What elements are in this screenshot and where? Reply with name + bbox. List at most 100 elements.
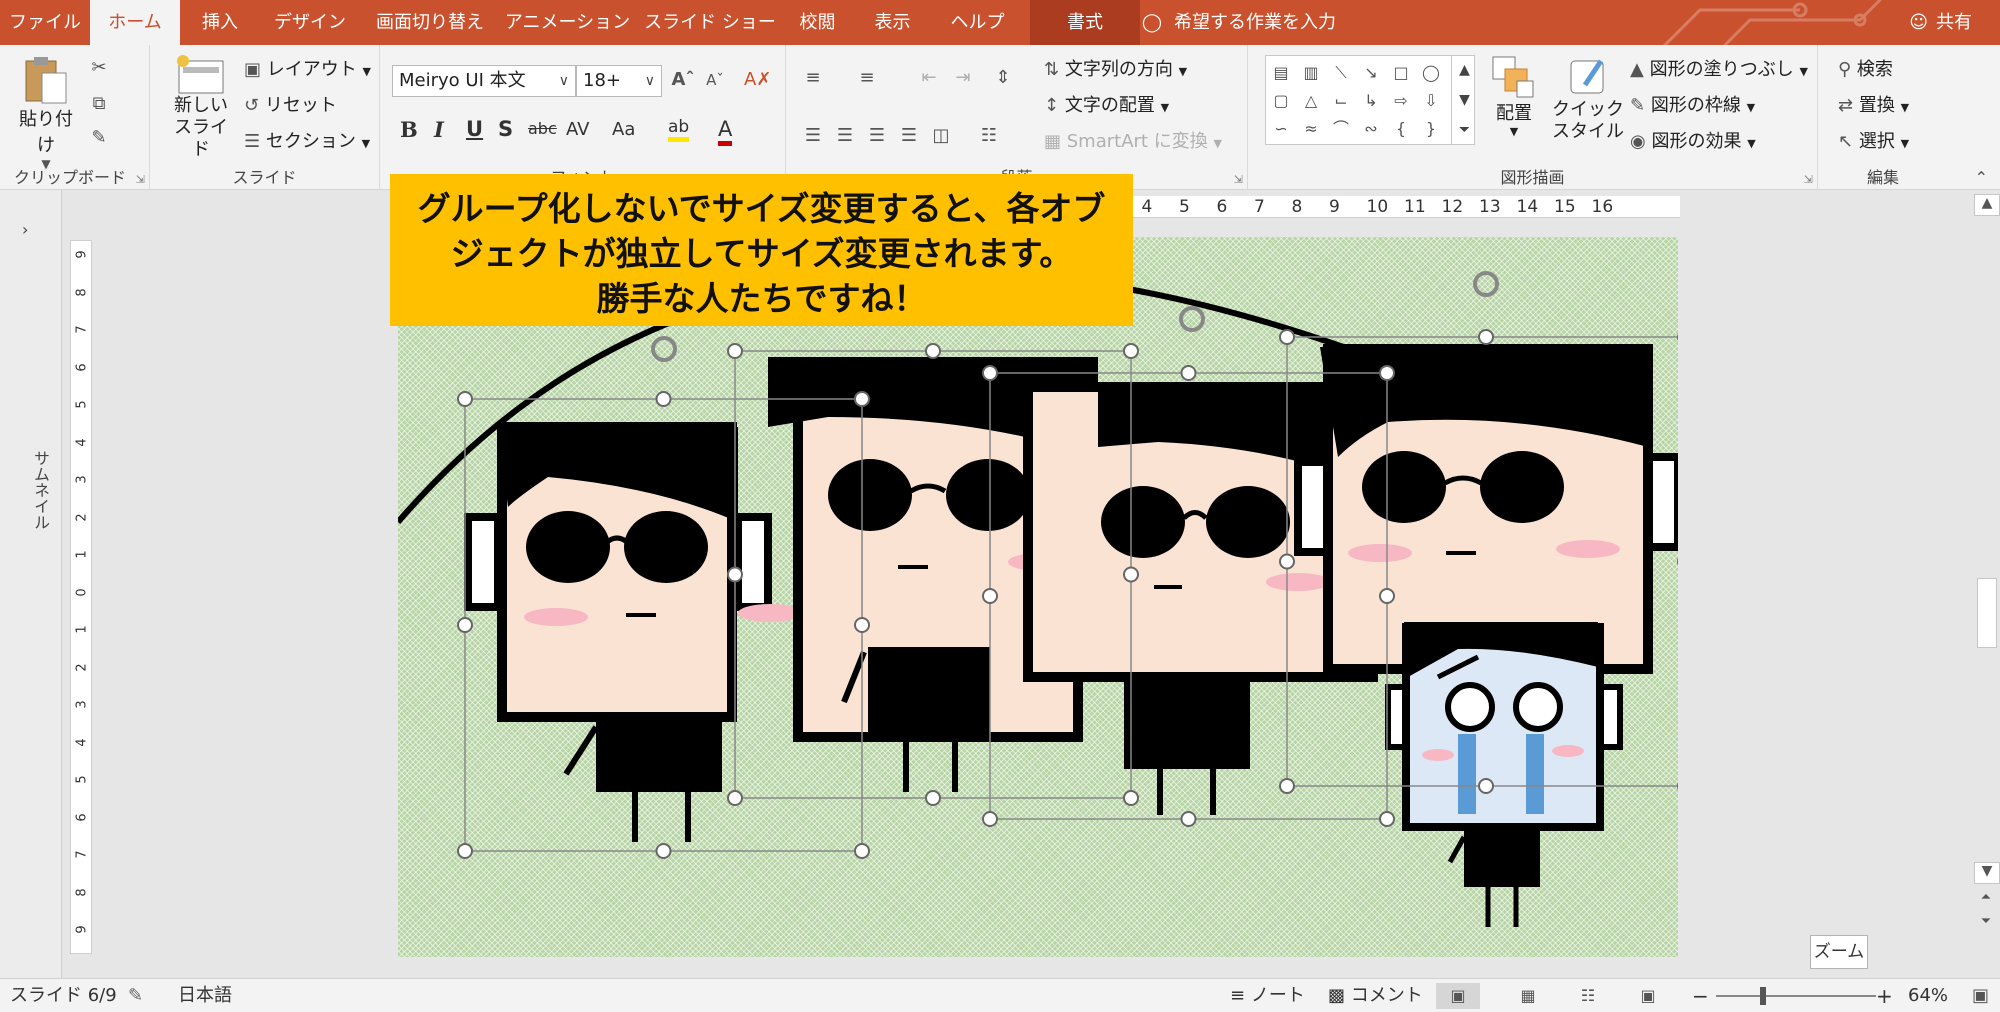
italic-button[interactable]: I (434, 117, 444, 142)
tab-animations[interactable]: アニメーション (500, 0, 635, 45)
shadow-button[interactable]: S (498, 117, 513, 141)
resize-handle[interactable] (457, 843, 473, 859)
shape-fill-button[interactable]: ▲ 図形の塗りつぶし ▼ (1630, 55, 1808, 81)
smartart-button[interactable]: ▦ SmartArt に変換 ▼ (1044, 127, 1222, 153)
comments-button[interactable]: ▩ コメント (1328, 979, 1423, 1012)
resize-handle[interactable] (925, 343, 941, 359)
resize-handle[interactable] (982, 811, 998, 827)
fit-to-window-icon[interactable]: ▣ (1972, 979, 1989, 1012)
zoom-slider-knob[interactable] (1760, 987, 1766, 1005)
paste-button[interactable]: 貼り付け ▼ (14, 55, 78, 171)
resize-handle[interactable] (1123, 343, 1139, 359)
reading-view-icon[interactable]: ☷ (1566, 983, 1610, 1009)
notes-button[interactable]: ≡ ノート (1230, 979, 1305, 1012)
slide-canvas[interactable] (398, 237, 1678, 957)
increase-indent-icon[interactable]: ⇥ (950, 65, 976, 91)
align-center-icon[interactable]: ☰ (832, 123, 858, 149)
arrange-button[interactable]: 配置 ▼ (1484, 55, 1544, 165)
slide-sorter-icon[interactable]: ▦ (1506, 983, 1550, 1009)
dialog-launcher-icon[interactable]: ⇲ (1234, 173, 1243, 186)
font-color-icon[interactable]: A (718, 117, 733, 146)
language-indicator[interactable]: 日本語 (178, 979, 232, 1012)
tab-home[interactable]: ホーム (90, 0, 180, 45)
resize-handle[interactable] (655, 843, 672, 859)
gallery-up-icon[interactable]: ▲ (1451, 55, 1477, 85)
elbow-arrow-icon[interactable]: ↳ (1360, 90, 1382, 112)
decrease-indent-icon[interactable]: ⇤ (916, 65, 942, 91)
resize-handle[interactable] (982, 588, 998, 604)
tab-transitions[interactable]: 画面切り替え (360, 0, 500, 45)
resize-handle[interactable] (1379, 588, 1395, 604)
freeform-shape-icon[interactable]: ∽ (1270, 118, 1292, 140)
highlight-color-icon[interactable]: ab (668, 117, 690, 142)
vertical-textbox-shape-icon[interactable]: ▥ (1300, 62, 1322, 84)
tab-format[interactable]: 書式 (1030, 0, 1140, 45)
quick-styles-button[interactable]: クイック スタイル (1548, 55, 1628, 175)
scroll-up-icon[interactable]: ▲ (1974, 194, 2000, 216)
tab-design[interactable]: デザイン (260, 0, 360, 45)
gallery-down-icon[interactable]: ▼ (1451, 85, 1477, 115)
resize-handle[interactable] (1478, 778, 1494, 794)
bold-button[interactable]: B (400, 117, 418, 142)
reset-button[interactable]: ↺ リセット (244, 91, 337, 117)
resize-handle[interactable] (727, 566, 743, 583)
slideshow-view-icon[interactable]: ▣ (1626, 983, 1670, 1009)
resize-handle[interactable] (727, 790, 743, 806)
resize-handle[interactable] (854, 391, 870, 407)
resize-handle[interactable] (854, 617, 870, 633)
normal-view-icon[interactable]: ▣ (1436, 983, 1480, 1009)
justify-icon[interactable]: ☰ (896, 123, 922, 149)
layout-button[interactable]: ▣ レイアウト ▼ (244, 55, 371, 81)
resize-handle[interactable] (1123, 790, 1139, 806)
align-text-button[interactable]: ↕ 文字の配置 ▼ (1044, 91, 1169, 117)
scroll-down-icon[interactable]: ▼ (1974, 862, 2000, 884)
zoom-out-icon[interactable]: − (1692, 979, 1709, 1012)
down-arrow-shape-icon[interactable]: ⇩ (1420, 90, 1442, 112)
change-case-icon[interactable]: Aa (612, 119, 635, 140)
replace-button[interactable]: ⇄ 置換 ▼ (1838, 91, 1909, 117)
rounded-rect-shape-icon[interactable]: ▢ (1270, 90, 1292, 112)
left-brace-shape-icon[interactable]: { (1390, 118, 1412, 140)
new-slide-button[interactable]: 新しい スライド (166, 53, 236, 163)
distributed-icon[interactable]: ◫ (928, 123, 954, 149)
grow-font-icon[interactable]: Aˆ (670, 67, 696, 93)
vertical-scrollbar[interactable]: ▲ ▼ (1974, 190, 2000, 890)
triangle-shape-icon[interactable]: △ (1300, 90, 1322, 112)
oval-shape-icon[interactable]: ◯ (1420, 62, 1442, 84)
underline-button[interactable]: U (466, 117, 483, 141)
char-spacing-icon[interactable]: AV (566, 119, 589, 140)
resize-handle[interactable] (854, 843, 870, 859)
person-figure[interactable] (1294, 344, 1678, 674)
rectangle-shape-icon[interactable]: □ (1390, 62, 1412, 84)
resize-handle[interactable] (1478, 329, 1494, 345)
resize-handle[interactable] (1379, 365, 1395, 381)
dialog-launcher-icon[interactable]: ⇲ (136, 173, 145, 186)
tab-slideshow[interactable]: スライド ショー (635, 0, 785, 45)
bullets-icon[interactable]: ≡ (800, 65, 826, 91)
font-size-select[interactable]: 18+ ∨ (576, 65, 662, 97)
section-button[interactable]: ☰ セクション ▼ (244, 127, 370, 153)
tab-view[interactable]: 表示 (850, 0, 935, 45)
shrink-font-icon[interactable]: Aˇ (702, 67, 728, 93)
textbox-shape-icon[interactable]: ▤ (1270, 62, 1292, 84)
person-figure[interactable] (464, 422, 802, 842)
resize-handle[interactable] (1180, 365, 1197, 381)
right-brace-shape-icon[interactable]: } (1420, 118, 1442, 140)
share-button[interactable]: ☺ 共有 (1909, 0, 1972, 45)
gallery-more-icon[interactable]: ⏷ (1451, 115, 1477, 145)
resize-handle[interactable] (457, 617, 473, 633)
shape-effects-button[interactable]: ◉ 図形の効果 ▼ (1630, 127, 1756, 153)
resize-handle[interactable] (655, 391, 672, 407)
caption-callout[interactable]: グループ化しないでサイズ変更すると、各オブ ジェクトが独立してサイズ変更されます… (390, 174, 1133, 326)
tab-file[interactable]: ファイル (0, 0, 90, 45)
expand-thumbnails-icon[interactable]: › (22, 220, 28, 239)
tab-help[interactable]: ヘルプ (935, 0, 1020, 45)
format-painter-icon[interactable]: ✎ (86, 125, 112, 151)
numbering-icon[interactable]: ≡ (854, 65, 880, 91)
collapse-ribbon-icon[interactable]: ⌃ (1975, 168, 1988, 187)
resize-handle[interactable] (457, 391, 473, 407)
line-shape-icon[interactable]: ⟍ (1330, 62, 1352, 84)
dialog-launcher-icon[interactable]: ⇲ (1804, 173, 1813, 186)
find-button[interactable]: ⚲ 検索 (1838, 55, 1893, 81)
sad-person-figure[interactable] (1385, 622, 1623, 927)
